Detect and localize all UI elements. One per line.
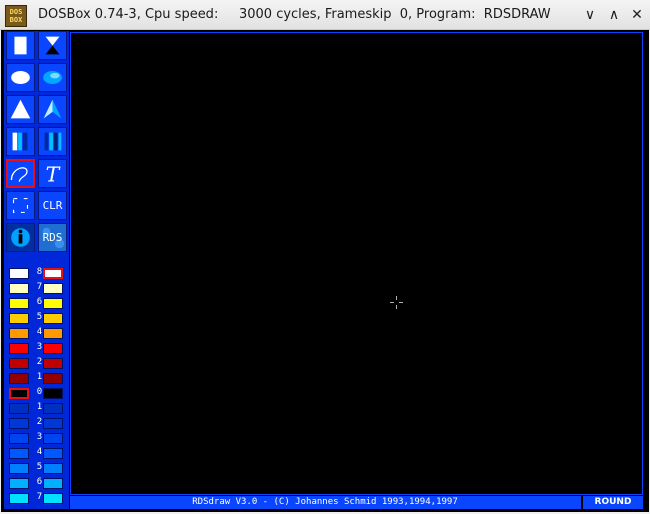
- minimize-button[interactable]: ∨: [582, 7, 598, 23]
- bg-color-swatch[interactable]: [9, 298, 29, 309]
- curve-icon: [10, 167, 28, 182]
- bg-color-swatch[interactable]: [9, 448, 29, 459]
- line-mode-indicator[interactable]: ROUND: [581, 496, 643, 509]
- rectangle-tool[interactable]: [6, 31, 35, 60]
- close-button[interactable]: ✕: [629, 7, 645, 23]
- info-tool[interactable]: [6, 223, 35, 252]
- text-tool[interactable]: T: [38, 159, 67, 188]
- triangle-tool[interactable]: [6, 95, 35, 124]
- blue-ellipse-icon: [43, 70, 62, 85]
- curve-tool[interactable]: [6, 159, 35, 188]
- clear-tool[interactable]: CLR: [38, 191, 67, 220]
- bg-color-swatch[interactable]: [9, 358, 29, 369]
- arrow-polygon-tool[interactable]: [38, 95, 67, 124]
- rds-tool-label: RDS: [42, 231, 63, 244]
- fg-color-swatch[interactable]: [43, 403, 63, 414]
- maximize-button[interactable]: ∧: [606, 7, 622, 23]
- bg-color-swatch[interactable]: [9, 313, 29, 324]
- fg-color-swatch[interactable]: [43, 388, 63, 399]
- white-ellipse-icon: [11, 70, 30, 85]
- bg-color-swatch[interactable]: [9, 388, 29, 399]
- window-title: DOSBox 0.74-3, Cpu speed: 3000 cycles, F…: [38, 7, 551, 22]
- gradient-tool[interactable]: [6, 127, 35, 156]
- svg-text:T: T: [46, 162, 61, 186]
- fg-color-swatch[interactable]: [43, 448, 63, 459]
- bg-color-swatch[interactable]: [9, 463, 29, 474]
- tool-panel: BG FG TCLRRDS8765432101234567: [4, 31, 69, 509]
- status-bar: RDSdraw V3.0 - (C) Johannes Schmid 1993,…: [70, 496, 643, 509]
- fg-color-swatch[interactable]: [43, 343, 63, 354]
- bg-color-swatch[interactable]: [9, 418, 29, 429]
- bg-color-swatch[interactable]: [9, 433, 29, 444]
- fg-color-swatch[interactable]: [43, 268, 63, 279]
- fg-color-swatch[interactable]: [43, 493, 63, 504]
- clear-tool-label: CLR: [42, 199, 63, 212]
- fg-color-swatch[interactable]: [43, 433, 63, 444]
- ellipse-tool[interactable]: [6, 63, 35, 92]
- filled-ellipse-tool[interactable]: [38, 63, 67, 92]
- bg-color-swatch[interactable]: [9, 373, 29, 384]
- fg-color-swatch[interactable]: [43, 328, 63, 339]
- fill-tool[interactable]: [38, 31, 67, 60]
- hourglass-icon: [45, 36, 60, 55]
- stripe-tool[interactable]: [38, 127, 67, 156]
- title-bar[interactable]: DOS BOX DOSBox 0.74-3, Cpu speed: 3000 c…: [0, 0, 650, 30]
- bg-color-swatch[interactable]: [9, 403, 29, 414]
- fg-color-swatch[interactable]: [43, 373, 63, 384]
- blue-bars-icon: [44, 132, 62, 151]
- bg-color-swatch[interactable]: [9, 343, 29, 354]
- select-region-tool[interactable]: [6, 191, 35, 220]
- white-rectangle-icon: [14, 36, 27, 55]
- white-triangle-icon: [10, 99, 31, 119]
- letter-T-icon: T: [46, 162, 61, 186]
- bg-color-swatch[interactable]: [9, 493, 29, 504]
- fg-color-swatch[interactable]: [43, 283, 63, 294]
- rds-tool[interactable]: RDS: [38, 223, 67, 252]
- bg-color-swatch[interactable]: [9, 478, 29, 489]
- fg-color-swatch[interactable]: [43, 298, 63, 309]
- bg-color-swatch[interactable]: [9, 328, 29, 339]
- copyright-text: RDSdraw V3.0 - (C) Johannes Schmid 1993,…: [192, 497, 458, 507]
- fg-color-swatch[interactable]: [43, 313, 63, 324]
- fg-color-swatch[interactable]: [43, 358, 63, 369]
- bg-color-swatch[interactable]: [9, 283, 29, 294]
- fg-color-swatch[interactable]: [43, 463, 63, 474]
- blue-arrowhead-icon: [43, 99, 62, 119]
- fg-color-swatch[interactable]: [43, 418, 63, 429]
- crosshair-cursor-icon: [390, 296, 403, 309]
- drawing-canvas[interactable]: [70, 32, 643, 495]
- info-icon: [7, 224, 34, 251]
- gradient-bars-icon: [12, 132, 28, 151]
- dosbox-app-icon[interactable]: DOS BOX: [5, 5, 27, 27]
- fg-color-swatch[interactable]: [43, 478, 63, 489]
- bg-color-swatch[interactable]: [9, 268, 29, 279]
- dashed-selection-icon: [12, 197, 29, 214]
